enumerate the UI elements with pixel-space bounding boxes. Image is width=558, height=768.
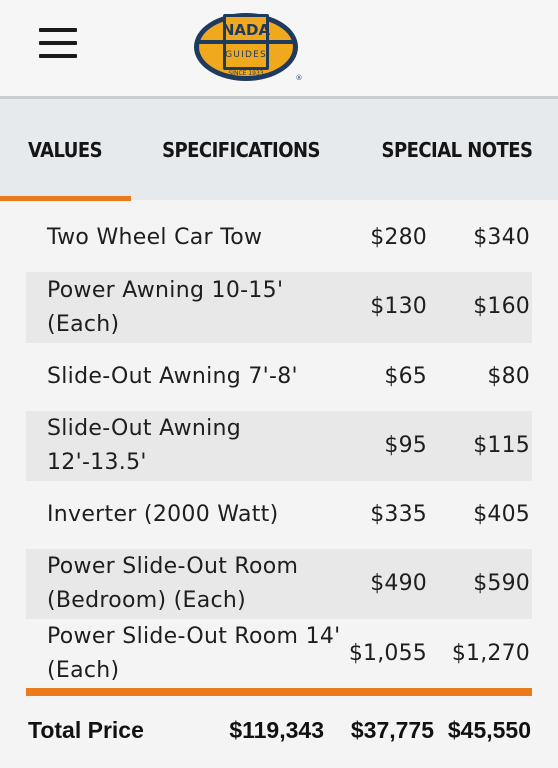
option-value-2: $340 — [473, 225, 530, 250]
registered-mark: ® — [296, 74, 303, 82]
tab-special-notes[interactable]: SPECIAL NOTES — [366, 99, 548, 200]
total-value-base: $119,343 — [229, 717, 324, 743]
logo-since-text: SINCE 1933 — [228, 70, 263, 77]
option-value-2: $590 — [473, 571, 530, 596]
logo-nada-text: NADA — [222, 21, 271, 39]
option-value-2: $160 — [473, 294, 530, 319]
total-label: Total Price — [28, 717, 144, 743]
tab-specifications[interactable]: SPECIFICATIONS — [141, 99, 341, 200]
nada-guides-logo[interactable]: NADA GUIDES SINCE 1933 ® — [193, 10, 305, 84]
table-row: Power Slide-Out Room 14' (Each) $1,055 $… — [26, 619, 532, 689]
active-tab-indicator — [0, 196, 131, 201]
logo-guides-text: GUIDES — [225, 50, 267, 60]
total-row: Total Price $119,343 $37,775 $45,550 — [26, 696, 532, 768]
table-row: Two Wheel Car Tow $280 $340 — [26, 204, 532, 272]
option-name: Two Wheel Car Tow — [47, 225, 263, 250]
table-row: Slide-Out Awning 12'-13.5' $95 $115 — [26, 411, 532, 481]
option-value-1: $335 — [370, 502, 427, 527]
option-name: Slide-Out Awning 12'-13.5' — [47, 416, 242, 475]
option-value-1: $1,055 — [348, 641, 427, 666]
total-divider — [26, 688, 532, 696]
tab-values[interactable]: VALUES — [7, 99, 124, 200]
table-row: Slide-Out Awning 7'-8' $65 $80 — [26, 343, 532, 411]
option-name: Power Awning 10-15' (Each) — [47, 278, 284, 337]
total-value-2: $45,550 — [447, 717, 531, 743]
option-value-2: $405 — [473, 502, 530, 527]
option-name: Power Slide-Out Room (Bedroom) (Each) — [47, 554, 299, 613]
app-header: NADA GUIDES SINCE 1933 ® — [0, 0, 558, 96]
option-name: Slide-Out Awning 7'-8' — [47, 364, 298, 389]
option-value-1: $490 — [370, 571, 427, 596]
option-value-1: $95 — [384, 433, 427, 458]
option-value-2: $115 — [473, 433, 530, 458]
table-row: Power Awning 10-15' (Each) $130 $160 — [26, 272, 532, 343]
option-name: Power Slide-Out Room 14' (Each) — [47, 624, 341, 683]
option-value-1: $130 — [370, 294, 427, 319]
option-value-2: $1,270 — [451, 641, 530, 666]
table-row: Power Slide-Out Room (Bedroom) (Each) $4… — [26, 549, 532, 619]
option-value-1: $280 — [370, 225, 427, 250]
option-value-2: $80 — [487, 364, 530, 389]
option-name: Inverter (2000 Watt) — [47, 502, 279, 527]
table-row: Inverter (2000 Watt) $335 $405 — [26, 481, 532, 549]
hamburger-menu-icon[interactable] — [39, 28, 77, 58]
option-value-1: $65 — [384, 364, 427, 389]
total-value-1: $37,775 — [350, 717, 434, 743]
tab-bar: VALUES SPECIFICATIONS SPECIAL NOTES — [0, 99, 558, 200]
